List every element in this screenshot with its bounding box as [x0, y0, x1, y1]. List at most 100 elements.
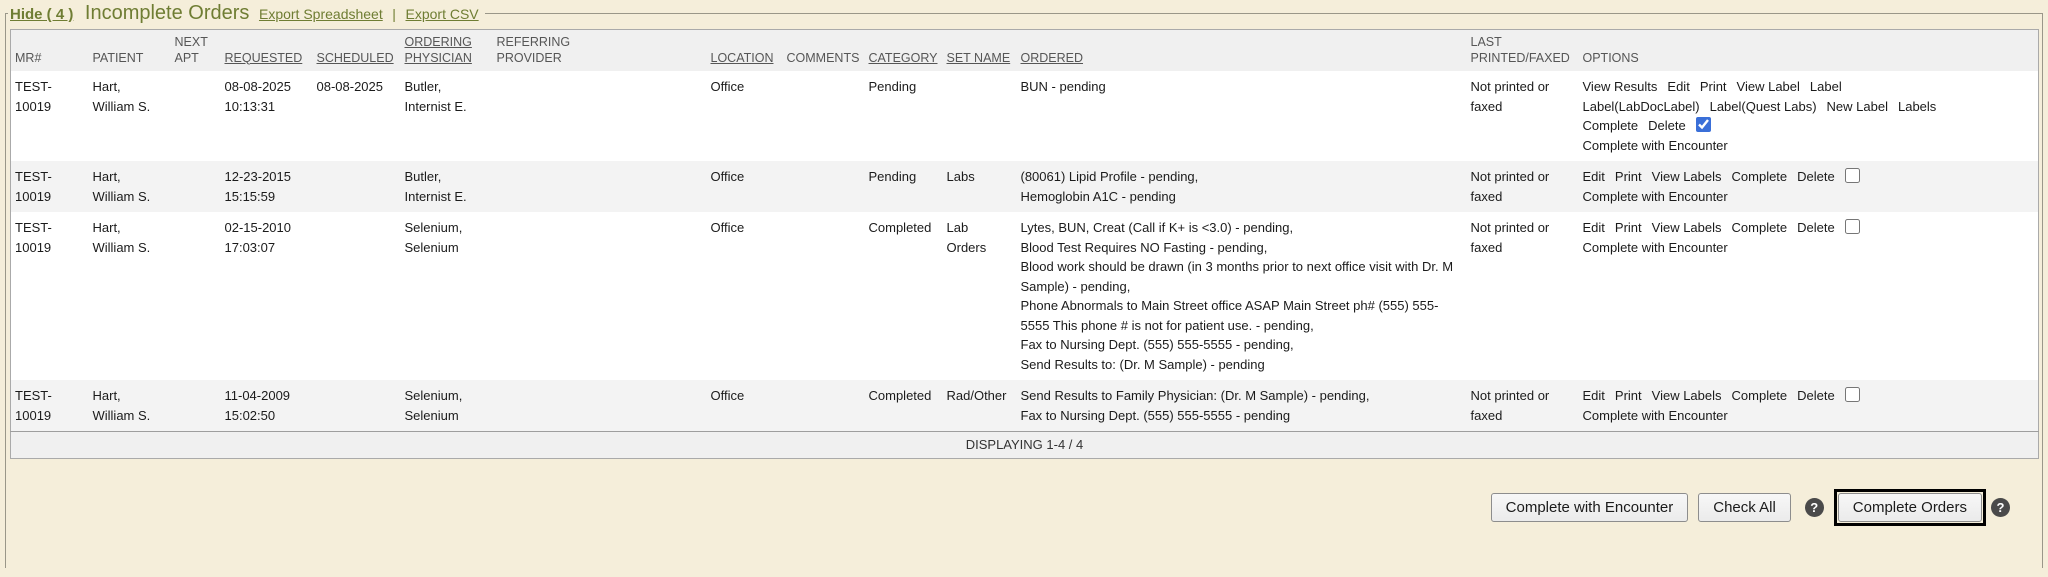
cell-category: Pending	[865, 161, 943, 212]
cell-requested: 12-23-2015 15:15:59	[221, 161, 313, 212]
cell-comments	[783, 161, 865, 212]
cell-last-printed-faxed: Not printed or faxed	[1467, 161, 1579, 212]
cell-next-apt	[171, 380, 221, 432]
cell-ordering-physician: Butler, Internist E.	[401, 71, 493, 161]
option-complete[interactable]: Complete	[1583, 118, 1639, 133]
option-view-labels[interactable]: View Labels	[1652, 169, 1722, 184]
option-print[interactable]: Print	[1615, 169, 1642, 184]
column-header-ordered[interactable]: ORDERED	[1017, 30, 1467, 72]
complete-with-encounter-button[interactable]: Complete with Encounter	[1491, 493, 1689, 522]
option-view-results[interactable]: View Results	[1583, 79, 1658, 94]
option-view-label[interactable]: View Label	[1737, 79, 1800, 94]
cell-mr: TEST-10019	[11, 71, 89, 161]
order-item: Fax to Nursing Dept. (555) 555-5555 - pe…	[1021, 406, 1458, 426]
cell-scheduled: 08-08-2025	[313, 71, 401, 161]
order-item: Fax to Nursing Dept. (555) 555-5555 - pe…	[1021, 335, 1458, 355]
option-complete[interactable]: Complete	[1732, 169, 1788, 184]
table-header-row: MR# PATIENT NEXT APT REQUESTED SCHEDULED…	[11, 30, 2039, 72]
cell-set-name	[943, 71, 1017, 161]
cell-requested: 11-04-2009 15:02:50	[221, 380, 313, 432]
complete-orders-button[interactable]: Complete Orders	[1838, 493, 1982, 522]
option-complete-with-encounter[interactable]: Complete with Encounter	[1583, 408, 1728, 423]
order-checkbox[interactable]	[1845, 219, 1860, 234]
option-label-quest-labs[interactable]: Label(Quest Labs)	[1710, 99, 1817, 114]
column-header-referring-provider: REFERRING PROVIDER	[493, 30, 707, 72]
option-complete[interactable]: Complete	[1732, 220, 1788, 235]
cell-referring-provider	[493, 71, 707, 161]
order-checkbox[interactable]	[1845, 387, 1860, 402]
table-footer-row: DISPLAYING 1-4 / 4	[11, 432, 2039, 459]
option-edit[interactable]: Edit	[1583, 220, 1605, 235]
order-checkbox[interactable]	[1845, 168, 1860, 183]
check-all-button[interactable]: Check All	[1698, 493, 1791, 522]
column-header-options: OPTIONS	[1579, 30, 2039, 72]
cell-next-apt	[171, 161, 221, 212]
hide-link[interactable]: Hide ( 4 )	[10, 6, 73, 23]
option-print[interactable]: Print	[1615, 220, 1642, 235]
option-edit[interactable]: Edit	[1583, 169, 1605, 184]
cell-referring-provider	[493, 212, 707, 380]
help-icon[interactable]: ?	[1805, 498, 1824, 517]
order-checkbox[interactable]	[1696, 117, 1711, 132]
cell-category: Completed	[865, 380, 943, 432]
cell-location: Office	[707, 71, 783, 161]
option-label[interactable]: Label	[1810, 79, 1842, 94]
column-header-mr: MR#	[11, 30, 89, 72]
option-complete-with-encounter[interactable]: Complete with Encounter	[1583, 189, 1728, 204]
cell-ordering-physician: Selenium, Selenium	[401, 212, 493, 380]
panel-legend: Hide ( 4 ) Incomplete Orders Export Spre…	[8, 2, 485, 25]
option-complete-with-encounter[interactable]: Complete with Encounter	[1583, 240, 1728, 255]
option-view-labels[interactable]: View Labels	[1652, 388, 1722, 403]
cell-mr: TEST-10019	[11, 380, 89, 432]
complete-orders-highlight: Complete Orders	[1834, 489, 1986, 526]
order-item: Blood work should be drawn (in 3 months …	[1021, 257, 1458, 296]
option-edit[interactable]: Edit	[1667, 79, 1689, 94]
cell-location: Office	[707, 212, 783, 380]
option-edit[interactable]: Edit	[1583, 388, 1605, 403]
order-item: (80061) Lipid Profile - pending,	[1021, 167, 1458, 187]
export-spreadsheet-link[interactable]: Export Spreadsheet	[259, 6, 383, 22]
column-header-location[interactable]: LOCATION	[707, 30, 783, 72]
cell-location: Office	[707, 161, 783, 212]
legend-separator: |	[392, 6, 396, 22]
cell-next-apt	[171, 71, 221, 161]
option-label-labdoclabel[interactable]: Label(LabDocLabel)	[1583, 99, 1700, 114]
cell-comments	[783, 380, 865, 432]
option-delete[interactable]: Delete	[1648, 118, 1686, 133]
column-header-last-printed-faxed: LAST PRINTED/FAXED	[1467, 30, 1579, 72]
help-icon[interactable]: ?	[1991, 498, 2010, 517]
option-complete[interactable]: Complete	[1732, 388, 1788, 403]
option-labels[interactable]: Labels	[1898, 99, 1936, 114]
export-csv-link[interactable]: Export CSV	[406, 6, 479, 22]
option-view-labels[interactable]: View Labels	[1652, 220, 1722, 235]
option-delete[interactable]: Delete	[1797, 220, 1835, 235]
cell-ordered: Send Results to Family Physician: (Dr. M…	[1017, 380, 1467, 432]
table-row: TEST-10019 Hart, William S. 08-08-2025 1…	[11, 71, 2039, 161]
cell-set-name: Labs	[943, 161, 1017, 212]
option-print[interactable]: Print	[1615, 388, 1642, 403]
option-new-label[interactable]: New Label	[1827, 99, 1888, 114]
cell-scheduled	[313, 161, 401, 212]
cell-category: Completed	[865, 212, 943, 380]
column-header-scheduled[interactable]: SCHEDULED	[313, 30, 401, 72]
option-print[interactable]: Print	[1700, 79, 1727, 94]
order-item: Lytes, BUN, Creat (Call if K+ is <3.0) -…	[1021, 218, 1458, 238]
actions-bar: Complete with Encounter Check All ? Comp…	[8, 489, 2010, 526]
cell-options: View Results Edit Print View Label Label Lab…	[1579, 71, 2039, 161]
cell-ordered: BUN - pending	[1017, 71, 1467, 161]
cell-ordered: (80061) Lipid Profile - pending, Hemoglo…	[1017, 161, 1467, 212]
page-title: Incomplete Orders	[85, 2, 250, 24]
column-header-ordering-physician[interactable]: ORDERING PHYSICIAN	[401, 30, 493, 72]
cell-referring-provider	[493, 380, 707, 432]
column-header-category[interactable]: CATEGORY	[865, 30, 943, 72]
column-header-set-name[interactable]: SET NAME	[943, 30, 1017, 72]
column-header-requested[interactable]: REQUESTED	[221, 30, 313, 72]
option-complete-with-encounter[interactable]: Complete with Encounter	[1583, 138, 1728, 153]
order-item: Blood Test Requires NO Fasting - pending…	[1021, 238, 1458, 258]
option-delete[interactable]: Delete	[1797, 388, 1835, 403]
cell-patient: Hart, William S.	[89, 71, 171, 161]
cell-set-name: Rad/Other	[943, 380, 1017, 432]
option-delete[interactable]: Delete	[1797, 169, 1835, 184]
cell-ordered: Lytes, BUN, Creat (Call if K+ is <3.0) -…	[1017, 212, 1467, 380]
cell-mr: TEST-10019	[11, 161, 89, 212]
